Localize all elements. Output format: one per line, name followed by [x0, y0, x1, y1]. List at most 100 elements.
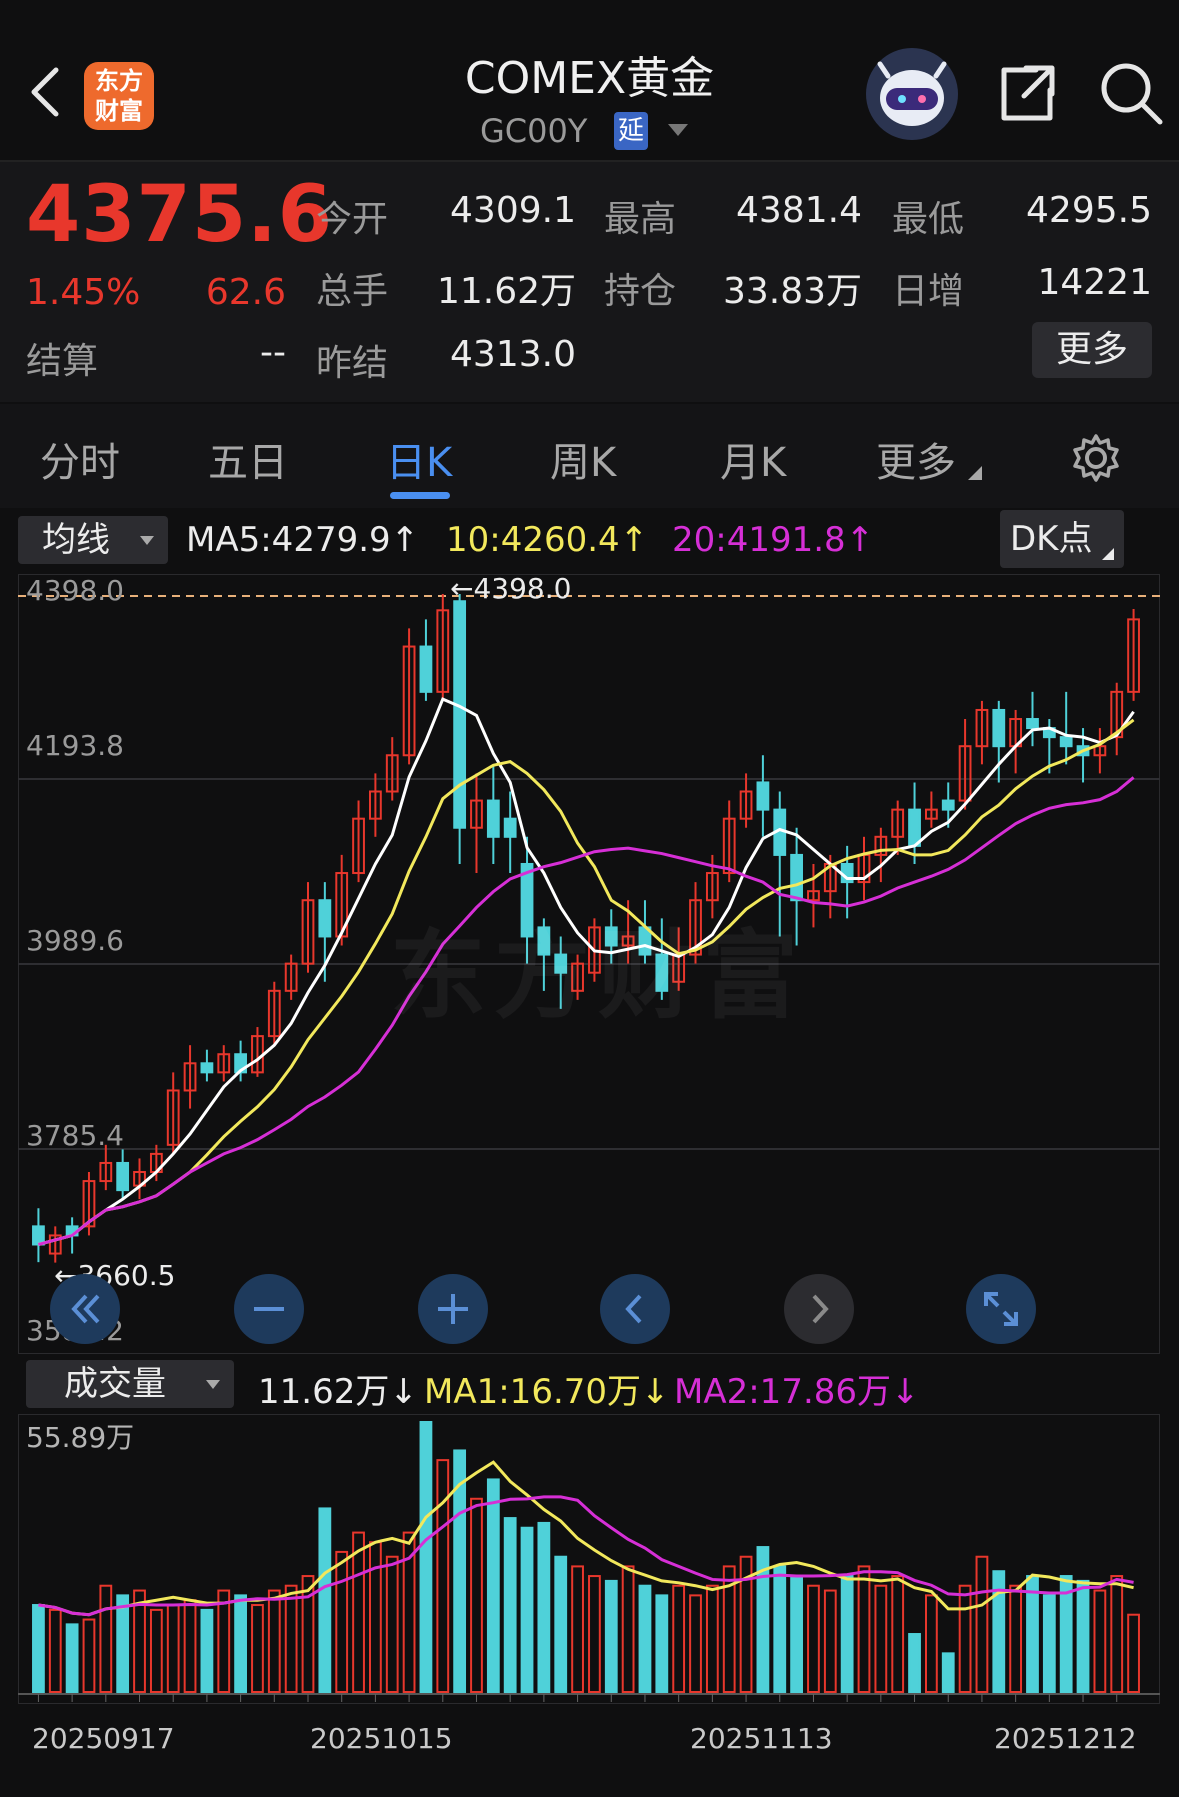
search-icon[interactable]: [1098, 60, 1164, 126]
open-value: 4309.1: [450, 190, 576, 231]
dropdown-icon: [140, 536, 154, 545]
settings-gear-icon[interactable]: [1070, 432, 1122, 484]
volume-bar: [166, 1604, 180, 1693]
volume-bar: [99, 1584, 113, 1693]
x-tick-label: 20250917: [32, 1722, 175, 1755]
settle-label: 结算: [26, 341, 99, 382]
volume-value-legend: 11.62万↓: [258, 1364, 418, 1413]
daily-increase-label: 日增: [892, 271, 965, 312]
volume-ma1-line: [38, 1460, 1134, 1617]
volume-bar: [621, 1565, 635, 1693]
candle: [790, 853, 803, 902]
tab-more[interactable]: 更多: [876, 430, 956, 488]
contract-code[interactable]: GC00Y: [480, 112, 587, 150]
tab-more-corner-icon: [968, 466, 982, 480]
y-tick-label: 4398.0: [26, 574, 124, 607]
contract-dropdown-icon[interactable]: [668, 124, 688, 136]
volume-ma2-value: MA2:17.86万: [674, 1372, 892, 1412]
double-chevron-left-icon: [71, 1294, 100, 1324]
assistant-robot-icon[interactable]: [866, 48, 958, 140]
volume-ma1-legend: MA1:16.70万↓: [424, 1364, 670, 1413]
volume-bar: [149, 1608, 163, 1693]
volume-bar: [520, 1526, 534, 1693]
zoom-out-button[interactable]: [234, 1274, 304, 1344]
volume-bar: [486, 1478, 500, 1693]
volume-ma2-legend: MA2:17.86万↓: [674, 1364, 920, 1413]
volume-bar: [705, 1584, 719, 1693]
minus-icon: [254, 1307, 284, 1311]
tab-monthly-k[interactable]: 月K: [720, 430, 786, 488]
volume-bar: [32, 1604, 45, 1693]
tab-weekly-k[interactable]: 周K: [550, 430, 616, 488]
volume-bar: [925, 1594, 938, 1693]
chevron-right-icon: [812, 1294, 829, 1324]
volume-bar: [82, 1618, 96, 1693]
low-label: 最低: [892, 199, 965, 240]
volume-bar: [638, 1584, 652, 1693]
scroll-left-button[interactable]: [600, 1274, 670, 1344]
volume-legend-arrow: ↓: [389, 1372, 418, 1412]
ma10-arrow: ↑: [619, 520, 649, 560]
candle: [503, 817, 517, 838]
volume-bar: [975, 1555, 989, 1693]
volume-bar: [436, 1459, 450, 1694]
ma10-legend: 10:4260.4↑: [446, 520, 648, 560]
volume-bar: [655, 1594, 669, 1693]
volume-bar: [183, 1599, 197, 1693]
chevron-left-icon: [625, 1294, 642, 1324]
tab-five-day[interactable]: 五日: [208, 430, 288, 488]
share-icon[interactable]: [996, 62, 1058, 124]
volume-bar: [672, 1584, 686, 1693]
ma5-arrow: ↑: [390, 520, 420, 560]
volume-chart[interactable]: [18, 1414, 1160, 1704]
watermark: 东方财富: [390, 920, 806, 1032]
scroll-start-button[interactable]: [50, 1274, 120, 1344]
volume-bar: [958, 1584, 972, 1693]
candle: [419, 645, 433, 693]
tab-daily-k[interactable]: 日K: [386, 430, 452, 488]
indicator-select[interactable]: 均线: [18, 516, 168, 564]
volume-bar: [267, 1589, 281, 1693]
expand-icon: [984, 1292, 1018, 1326]
candle: [200, 1062, 214, 1074]
candle: [32, 1225, 45, 1246]
volume-bar: [571, 1565, 584, 1693]
last-price: 4375.6: [26, 170, 333, 260]
zoom-in-button[interactable]: [418, 1274, 488, 1344]
scroll-right-button[interactable]: [784, 1274, 854, 1344]
candle: [992, 708, 1006, 748]
candle: [1026, 718, 1039, 730]
volume-ma1-arrow: ↓: [641, 1372, 670, 1412]
volume-bar: [251, 1604, 264, 1693]
open-label: 今开: [316, 199, 389, 240]
volume-label: 总手: [316, 271, 389, 312]
volume-bar: [234, 1594, 247, 1693]
volume-bar: [284, 1584, 298, 1693]
tab-intraday[interactable]: 分时: [40, 430, 120, 488]
volume-bar: [874, 1584, 888, 1693]
quote-more-button[interactable]: 更多: [1032, 322, 1152, 378]
y-tick-label: 3785.4: [26, 1119, 124, 1152]
ma20-arrow: ↑: [845, 520, 875, 560]
dk-point-label: DK点: [1010, 519, 1093, 559]
x-tick-label: 20251212: [994, 1722, 1137, 1755]
ma10-value: 10:4260.4: [446, 520, 620, 560]
fullscreen-button[interactable]: [966, 1274, 1036, 1344]
candle: [486, 799, 500, 838]
dk-corner-icon: [1102, 548, 1114, 560]
volume-bar: [369, 1541, 382, 1693]
volume-bar: [318, 1507, 332, 1693]
volume-bar: [335, 1550, 349, 1693]
high-label: 最高: [604, 199, 677, 240]
volume-bar: [419, 1421, 433, 1693]
prev-settle-value: 4313.0: [450, 334, 576, 375]
candle: [318, 899, 332, 938]
volume-bar: [941, 1652, 955, 1694]
volume-indicator-select[interactable]: 成交量: [26, 1360, 234, 1408]
change-amount: 62.6: [205, 272, 286, 313]
high-value: 4381.4: [736, 190, 862, 231]
volume-ma1-value: MA1:16.70万: [424, 1372, 642, 1412]
volume-bar: [116, 1594, 130, 1693]
volume-bar: [1042, 1594, 1056, 1693]
volume-bar: [352, 1531, 365, 1693]
